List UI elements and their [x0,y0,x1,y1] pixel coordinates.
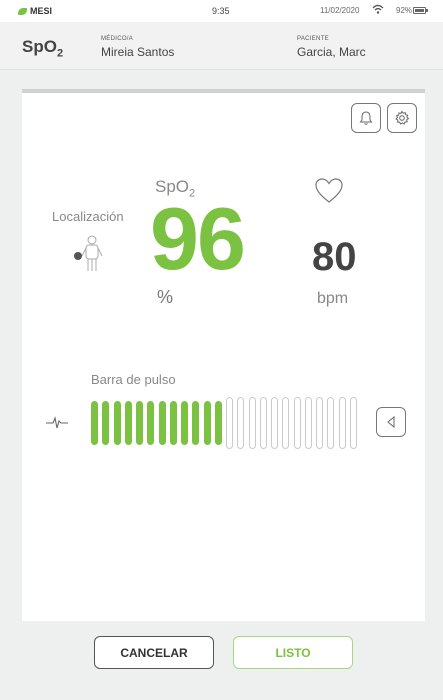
brand-logo: MESI [18,6,52,16]
battery-icon [413,7,428,14]
pulse-bar-segment [214,401,222,445]
pulse-rate-value: 80 [312,235,357,279]
pulse-bar-segment [158,401,166,445]
page-title: SpO2 [22,37,64,60]
person-icon [73,235,107,278]
pulse-bar-segment [203,401,211,445]
settings-button[interactable] [387,103,417,133]
sound-button[interactable] [376,407,406,437]
pulse-bar-segment [282,397,290,449]
status-time: 9:35 [212,6,230,16]
gear-icon [395,110,410,125]
pulse-bar-segment [181,401,188,445]
speaker-icon [387,415,395,429]
pulse-bar-segment [338,397,346,449]
status-bar: MESI 9:35 11/02/2020 92% [0,0,443,22]
cancel-button[interactable]: CANCELAR [94,636,214,669]
leaf-icon [18,7,27,15]
pulse-bar-segment [226,397,233,449]
measurement-card: SpO2 96 % Localización 80 bpm Barra de p… [22,89,425,621]
pulse-bar-segment [248,397,256,449]
pulse-bar-segment [102,401,110,445]
app-header: SpO2 MÉDICO/A Mireia Santos PACIENTE Gar… [0,22,443,70]
doctor-name: Mireia Santos [101,45,175,59]
pulse-wave-icon [45,414,69,435]
status-date: 11/02/2020 [320,6,360,15]
pulse-bar [91,397,361,449]
pulse-bar-segment [147,401,155,445]
pulse-bar-segment [136,401,143,445]
pulse-bar-segment [293,397,301,449]
pulse-bar-segment [304,397,312,449]
pulse-rate-unit: bpm [317,290,349,307]
pulse-bar-segment [237,397,245,449]
pulse-bar-label: Barra de pulso [91,372,176,387]
patient-label: PACIENTE [297,36,329,42]
doctor-label: MÉDICO/A [101,36,134,42]
pulse-bar-segment [316,397,323,449]
spo2-value: 96 [150,189,246,288]
pulse-bar-segment [169,401,177,445]
battery-percent: 92% [396,6,413,15]
pulse-bar-segment [259,397,267,449]
bell-icon [359,111,373,125]
spo2-unit: % [157,287,174,307]
pulse-bar-segment [124,401,132,445]
patient-name: Garcia, Marc [297,45,366,59]
alarm-button[interactable] [351,103,381,133]
brand-name: MESI [30,6,53,16]
pulse-bar-segment [349,397,357,449]
wifi-icon [372,3,384,17]
done-button[interactable]: LISTO [233,636,353,669]
pulse-bar-segment [327,397,335,449]
pulse-bar-segment [271,397,278,449]
heart-icon [314,177,344,210]
pulse-bar-segment [91,401,98,445]
location-label: Localización [52,209,124,224]
pulse-bar-segment [192,401,200,445]
pulse-bar-segment [113,401,121,445]
